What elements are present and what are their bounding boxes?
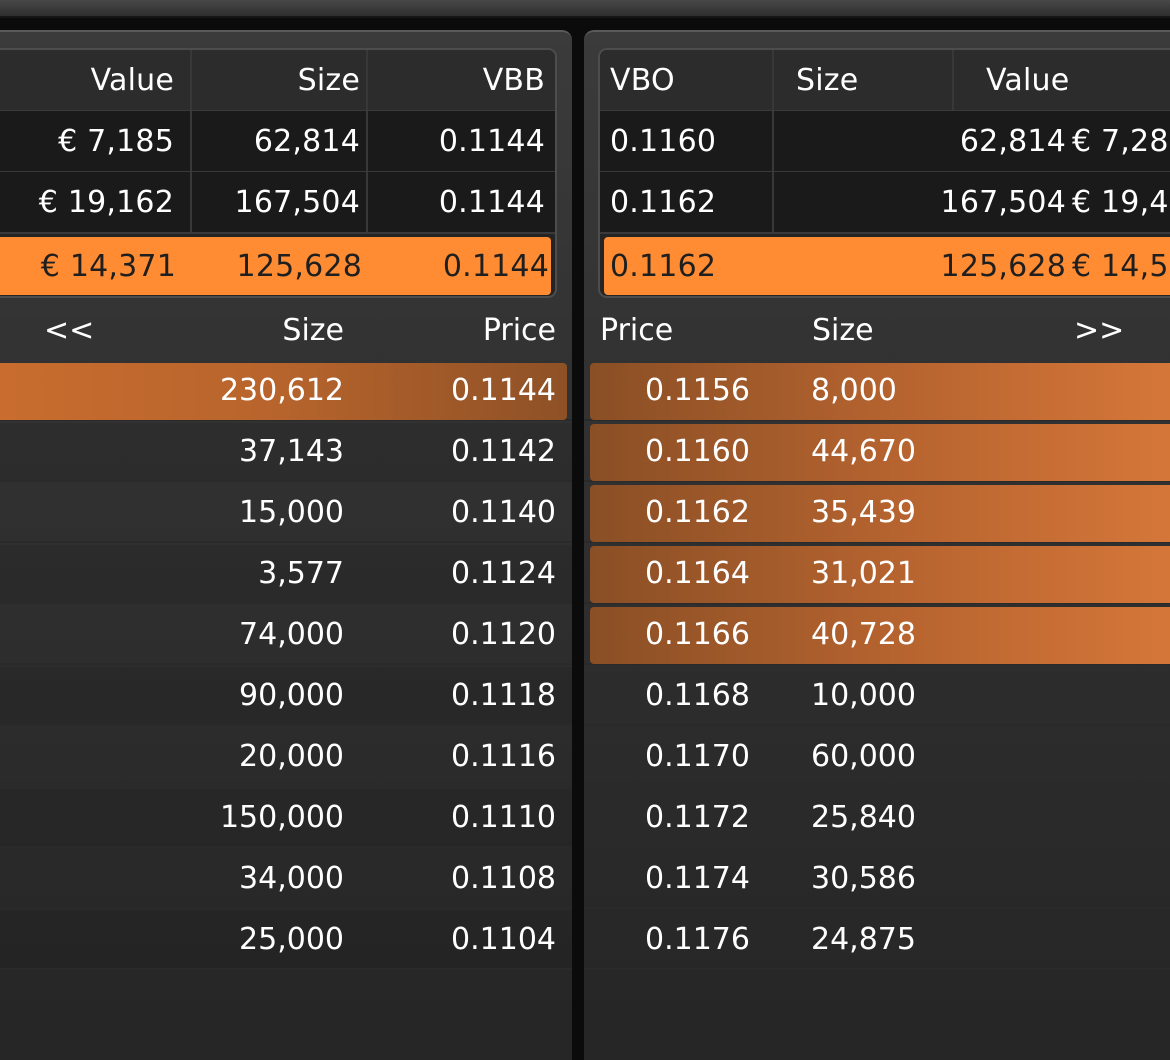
summary-value: € 7,286 — [1072, 123, 1170, 159]
bid-price: 0.1120 — [451, 617, 556, 652]
ask-book-row[interactable]: 0.1160 44,670 — [584, 423, 1170, 482]
ask-book-row[interactable]: 0.1174 30,586 — [584, 850, 1170, 909]
summary-size: 125,628 — [940, 248, 1066, 284]
ask-book-price-header[interactable]: Price — [600, 300, 673, 360]
bid-summary-size-header[interactable]: Size — [192, 50, 368, 110]
bid-summary-vbb-header[interactable]: VBB — [368, 50, 549, 110]
bid-price: 0.1108 — [451, 861, 556, 896]
bid-price: 0.1118 — [451, 678, 556, 713]
ask-summary-vbo-header[interactable]: VBO — [600, 50, 774, 110]
bid-summary-header: Value Size VBB — [0, 50, 555, 112]
bid-summary-row[interactable]: € 7,185 62,814 0.1144 — [0, 111, 555, 173]
bid-book-row[interactable]: 25,000 0.1104 — [0, 911, 572, 970]
ask-summary-table: VBO Size Value 0.1160 62,814 € 7,286 0.1… — [598, 48, 1170, 298]
bid-price: 0.1110 — [451, 800, 556, 835]
bid-book-row[interactable]: 37,143 0.1142 — [0, 423, 572, 482]
summary-vbo: 0.1162 — [610, 248, 717, 284]
ask-size: 25,840 — [811, 800, 916, 835]
ask-summary-value-header[interactable]: Value — [954, 50, 1170, 110]
ask-size: 35,439 — [811, 495, 916, 530]
ask-summary-size-header[interactable]: Size — [774, 50, 954, 110]
ask-book-row[interactable]: 0.1162 35,439 — [584, 484, 1170, 543]
summary-size: 167,504 — [940, 184, 1066, 220]
summary-size: 125,628 — [236, 248, 362, 284]
bid-price: 0.1144 — [451, 373, 556, 408]
bid-summary-row-selected[interactable]: € 14,371 125,628 0.1144 — [0, 237, 551, 295]
bid-price: 0.1142 — [451, 434, 556, 469]
ask-book-row[interactable]: 0.1166 40,728 — [584, 606, 1170, 665]
ask-book-row[interactable]: 0.1156 8,000 — [584, 362, 1170, 421]
summary-size: 167,504 — [192, 172, 368, 232]
ask-price: 0.1164 — [645, 556, 750, 591]
summary-vbo: 0.1162 — [600, 172, 774, 232]
bid-book-row[interactable]: 15,000 0.1140 — [0, 484, 572, 543]
bid-book-row[interactable]: 90,000 0.1118 — [0, 667, 572, 726]
summary-size: 62,814 — [192, 111, 368, 171]
ask-size: 8,000 — [811, 373, 897, 408]
ask-book-row[interactable]: 0.1176 24,875 — [584, 911, 1170, 970]
ask-price: 0.1160 — [645, 434, 750, 469]
bid-book-header: << Size Price — [0, 300, 572, 360]
ask-price: 0.1174 — [645, 861, 750, 896]
ask-book-row[interactable]: 0.1168 10,000 — [584, 667, 1170, 726]
summary-value: € 19,463 — [1072, 184, 1170, 220]
bid-summary-table: Value Size VBB € 7,185 62,814 0.1144 € 1… — [0, 48, 557, 298]
bid-book-row[interactable]: 230,612 0.1144 — [0, 362, 572, 421]
summary-vbb: 0.1144 — [438, 184, 545, 220]
bid-summary-row[interactable]: € 19,162 167,504 0.1144 — [0, 172, 555, 234]
summary-value: € 7,185 — [0, 111, 192, 171]
summary-size: 62,814 — [959, 123, 1066, 159]
summary-vbo: 0.1160 — [600, 111, 774, 171]
bid-book-row[interactable]: 74,000 0.1120 — [0, 606, 572, 665]
summary-value: € 14,597 — [1072, 248, 1170, 284]
ask-book-header: Price Size >> — [584, 300, 1170, 360]
bid-price: 0.1104 — [451, 922, 556, 957]
ask-size: 24,875 — [811, 922, 916, 957]
ask-book-row[interactable]: 0.1164 31,021 — [584, 545, 1170, 604]
bid-price: 0.1140 — [451, 495, 556, 530]
bid-book-price-header[interactable]: Price — [0, 300, 556, 360]
ask-size: 40,728 — [811, 617, 916, 652]
ask-size: 30,586 — [811, 861, 916, 896]
bid-price: 0.1124 — [451, 556, 556, 591]
ask-panel: VBO Size Value 0.1160 62,814 € 7,286 0.1… — [584, 30, 1170, 1060]
ask-price: 0.1162 — [645, 495, 750, 530]
ask-book-row[interactable]: 0.1172 25,840 — [584, 789, 1170, 848]
bid-book-row[interactable]: 3,577 0.1124 — [0, 545, 572, 604]
ask-price: 0.1170 — [645, 739, 750, 774]
ask-price: 0.1172 — [645, 800, 750, 835]
summary-vbb: 0.1144 — [442, 248, 549, 284]
bid-summary-value-header[interactable]: Value — [0, 50, 192, 110]
ask-size: 60,000 — [811, 739, 916, 774]
bid-panel: Value Size VBB € 7,185 62,814 0.1144 € 1… — [0, 30, 572, 1060]
window-top-bar — [0, 0, 1170, 18]
ask-summary-row[interactable]: 0.1162 167,504 € 19,463 — [600, 172, 1170, 234]
ask-summary-row-selected[interactable]: 0.1162 125,628 € 14,597 — [604, 237, 1170, 295]
ask-price: 0.1156 — [645, 373, 750, 408]
bid-price: 0.1116 — [451, 739, 556, 774]
ask-price: 0.1166 — [645, 617, 750, 652]
ask-price: 0.1176 — [645, 922, 750, 957]
ask-summary-row[interactable]: 0.1160 62,814 € 7,286 — [600, 111, 1170, 173]
summary-value: € 19,162 — [0, 172, 192, 232]
ask-book-size-header[interactable]: Size — [812, 300, 874, 360]
ask-size: 31,021 — [811, 556, 916, 591]
summary-value: € 14,371 — [40, 248, 176, 284]
ask-size: 10,000 — [811, 678, 916, 713]
ask-book-row[interactable]: 0.1170 60,000 — [584, 728, 1170, 787]
ask-book-scroll-right-button[interactable]: >> — [1074, 300, 1124, 360]
ask-size: 44,670 — [811, 434, 916, 469]
bid-book-row[interactable]: 20,000 0.1116 — [0, 728, 572, 787]
summary-vbb: 0.1144 — [438, 123, 545, 159]
ask-price: 0.1168 — [645, 678, 750, 713]
bid-book-row[interactable]: 150,000 0.1110 — [0, 789, 572, 848]
bid-book-row[interactable]: 34,000 0.1108 — [0, 850, 572, 909]
ask-summary-header: VBO Size Value — [600, 50, 1170, 112]
